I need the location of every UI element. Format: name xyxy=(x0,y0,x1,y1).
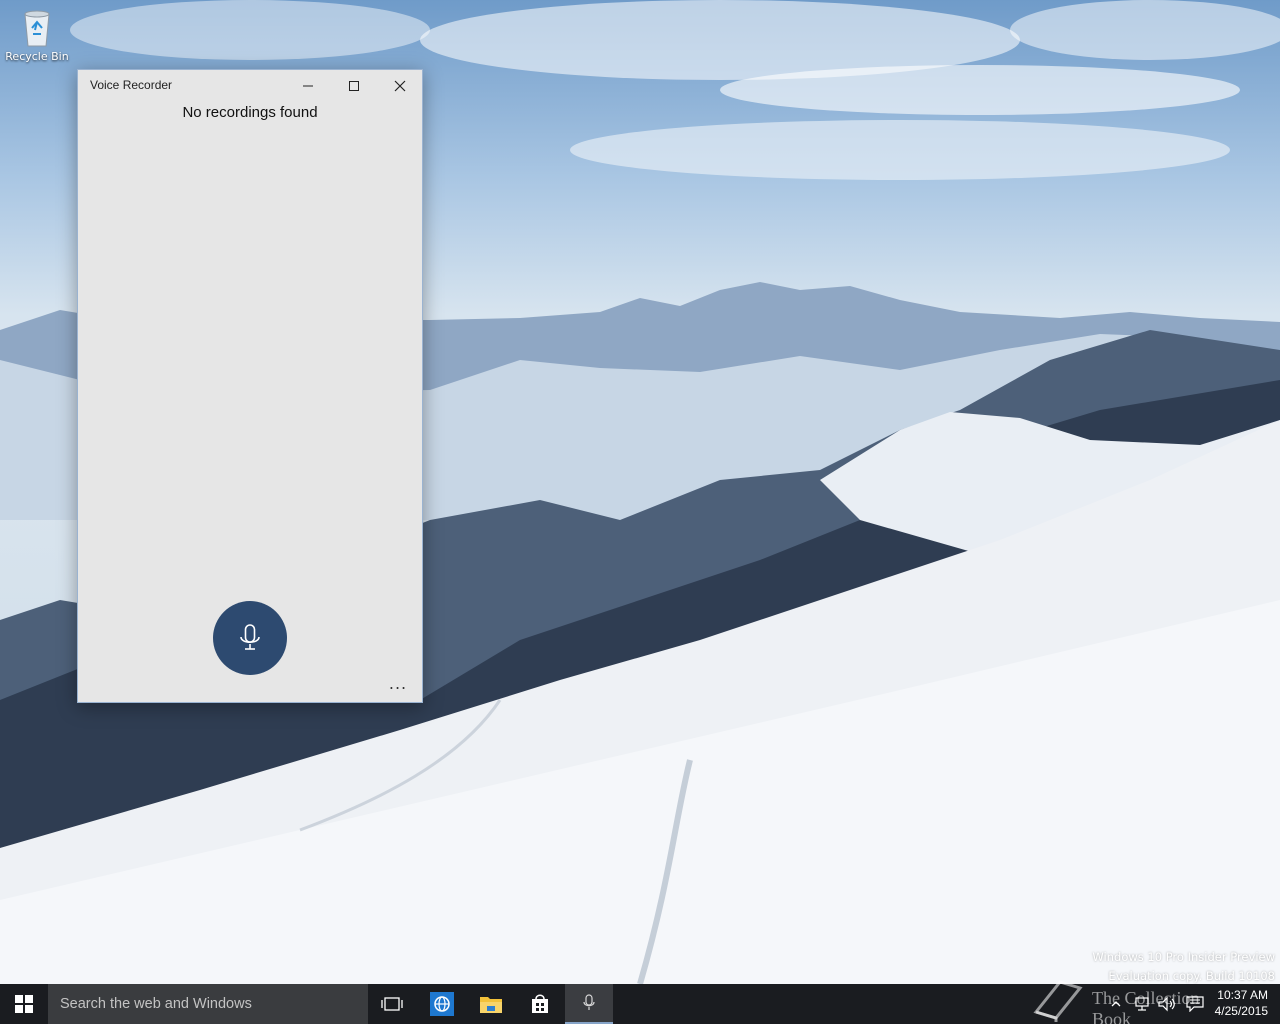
search-box[interactable]: Search the web and Windows xyxy=(48,984,368,1024)
start-button[interactable] xyxy=(0,984,48,1024)
empty-recordings-message: No recordings found xyxy=(182,104,318,121)
minimize-button[interactable] xyxy=(285,70,331,102)
watermark-line-1: Windows 10 Pro Insider Preview xyxy=(1092,950,1275,964)
minimize-icon xyxy=(303,85,313,87)
book-logo-icon xyxy=(1033,980,1083,1022)
microphone-icon xyxy=(240,624,260,650)
voice-recorder-icon xyxy=(583,994,595,1010)
site-brand-watermark: The Collection Book xyxy=(1030,976,1240,1029)
maximize-icon xyxy=(349,81,359,91)
file-explorer-icon xyxy=(480,997,502,1013)
task-view-button[interactable] xyxy=(368,984,416,1024)
close-button[interactable] xyxy=(377,70,423,102)
record-button[interactable] xyxy=(213,601,287,675)
edge-icon xyxy=(430,992,454,1016)
recycle-bin-label: Recycle Bin xyxy=(5,50,69,63)
task-view-icon xyxy=(381,997,403,1011)
taskbar-voice-recorder[interactable] xyxy=(565,984,613,1024)
search-placeholder: Search the web and Windows xyxy=(60,996,252,1012)
taskbar-store[interactable] xyxy=(516,984,564,1024)
maximize-button[interactable] xyxy=(331,70,377,102)
desktop-icon-recycle-bin[interactable]: Recycle Bin xyxy=(4,6,70,63)
window-title: Voice Recorder xyxy=(90,78,173,92)
voice-recorder-window[interactable]: Voice Recorder No recordings found ... xyxy=(77,69,423,703)
windows-logo-icon xyxy=(15,995,33,1013)
recycle-bin-icon xyxy=(24,10,50,47)
desktop: Recycle Bin Windows 10 Pro Insider Previ… xyxy=(0,0,1280,984)
more-options-button[interactable]: ... xyxy=(384,674,412,698)
close-icon xyxy=(394,80,406,92)
taskbar-browser[interactable] xyxy=(418,984,466,1024)
window-titlebar[interactable]: Voice Recorder xyxy=(78,70,422,102)
taskbar-file-explorer[interactable] xyxy=(467,984,515,1024)
store-icon xyxy=(532,994,548,1013)
